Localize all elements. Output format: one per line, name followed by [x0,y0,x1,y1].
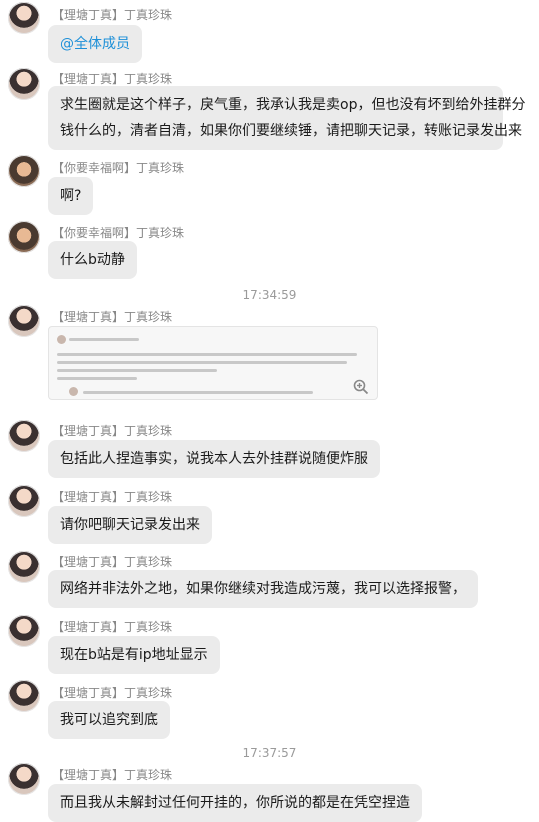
message-bubble[interactable]: 啊? [48,177,94,215]
message-bubble[interactable]: 请你吧聊天记录发出来 [48,506,212,544]
sender-name: 【理塘丁真】丁真珍珠 [52,310,173,324]
sender-name: 【你要幸福啊】丁真珍珠 [52,161,185,175]
message-line: 求生圈就是这个样子，戾气重，我承认我是卖op，但也没有坏到给外挂群分 [60,97,526,113]
avatar[interactable] [8,68,40,100]
message-bubble[interactable]: 什么b动静 [48,241,137,279]
sender-name: 【理塘丁真】丁真珍珠 [52,555,173,569]
sender-name: 【理塘丁真】丁真珍珠 [52,620,173,634]
message-bubble[interactable]: 现在b站是有ip地址显示 [48,636,220,674]
image-attachment[interactable] [48,326,378,400]
avatar[interactable] [8,763,40,795]
sender-name: 【你要幸福啊】丁真珍珠 [52,226,185,240]
message-bubble[interactable]: 我可以追究到底 [48,701,170,739]
sender-name: 【理塘丁真】丁真珍珠 [52,424,173,438]
message-bubble[interactable]: 包括此人捏造事实，说我本人去外挂群说随便炸服 [48,440,380,478]
message-bubble[interactable]: @全体成员 [48,25,142,63]
avatar[interactable] [8,2,40,34]
message-bubble[interactable]: 求生圈就是这个样子，戾气重，我承认我是卖op，但也没有坏到给外挂群分 钱什么的，… [48,86,526,150]
avatar[interactable] [8,485,40,517]
sender-name: 【理塘丁真】丁真珍珠 [52,8,173,22]
timestamp: 17:34:59 [242,288,297,302]
avatar[interactable] [8,221,40,253]
message-bubble[interactable]: 网络并非法外之地，如果你继续对我造成污蔑，我可以选择报警， [48,570,478,608]
timestamp: 17:37:57 [242,746,297,760]
sender-name: 【理塘丁真】丁真珍珠 [52,686,173,700]
avatar[interactable] [8,615,40,647]
message-line: 钱什么的，清者自清，如果你们要继续锤，请把聊天记录，转账记录发出来 [60,123,522,139]
avatar[interactable] [8,551,40,583]
sender-name: 【理塘丁真】丁真珍珠 [52,72,173,86]
avatar[interactable] [8,155,40,187]
sender-name: 【理塘丁真】丁真珍珠 [52,490,173,504]
avatar[interactable] [8,305,40,337]
avatar[interactable] [8,680,40,712]
message-bubble[interactable]: 而且我从未解封过任何开挂的，你所说的都是在凭空捏造 [48,784,422,822]
avatar[interactable] [8,420,40,452]
zoom-in-icon[interactable] [353,379,369,395]
sender-name: 【理塘丁真】丁真珍珠 [52,768,173,782]
